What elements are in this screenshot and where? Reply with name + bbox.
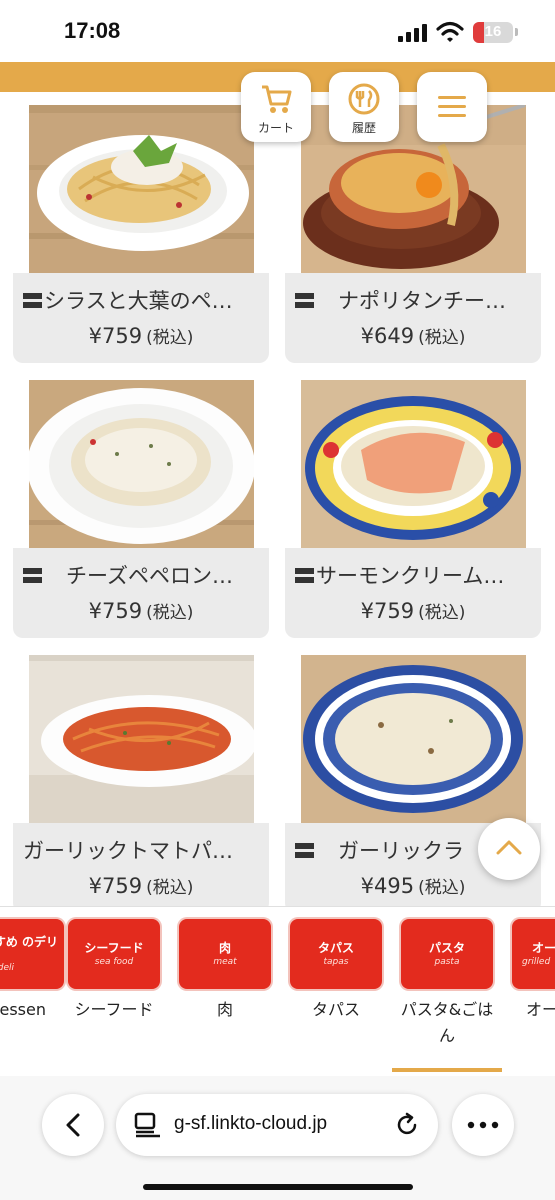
menu-card-info: ガーリックトマトパ… ¥759 (税込) (13, 823, 269, 913)
menu-card[interactable]: ガーリックラ ¥495 (税込) (285, 655, 541, 925)
tax-note: (税込) (146, 878, 194, 898)
food-photo (29, 105, 254, 273)
menu-icon (295, 293, 314, 308)
category-icon-text: パスタ (428, 941, 465, 955)
status-bar: 17:08 16 (0, 0, 555, 62)
category-icon-text: 肉 (218, 941, 231, 955)
category-pasta[interactable]: パスタ pasta パスタ&ごはん (397, 919, 497, 1069)
category-icon-subtext: deli (0, 963, 14, 973)
menu-button[interactable] (417, 72, 487, 142)
category-icon-subtext: pasta (434, 957, 460, 967)
category-meat[interactable]: 肉 meat 肉 (175, 919, 275, 1069)
page-menu-icon (134, 1112, 160, 1138)
category-icon: オー grilled (512, 919, 555, 989)
menu-card[interactable]: サーモンクリーム… ¥759 (税込) (285, 380, 541, 650)
category-deli[interactable]: すすめ のデリ deli atessen (0, 919, 68, 1069)
cellular-signal-icon (398, 24, 430, 42)
menu-item-name: シラスと大葉のペ… (44, 289, 233, 313)
menu-card-info: チーズペペロン… ¥759 (税込) (13, 548, 269, 638)
home-indicator (143, 1184, 413, 1190)
menu-item-name: ガーリックトマトパ… (23, 839, 233, 863)
menu-card[interactable]: シラスと大葉のペ… ¥759 (税込) (13, 105, 269, 375)
reload-icon[interactable] (394, 1112, 420, 1138)
menu-card-info: ナポリタンチー… ¥649 (税込) (285, 273, 541, 363)
menu-card-info: サーモンクリーム… ¥759 (税込) (285, 548, 541, 638)
category-icon-text: オー (532, 941, 555, 955)
category-icon: タパス tapas (290, 919, 382, 989)
cart-icon (262, 85, 292, 113)
battery-level: 16 (484, 23, 502, 40)
menu-item-price: ¥759 (88, 324, 143, 348)
menu-item-price: ¥495 (360, 874, 415, 898)
category-label: オー (526, 1000, 555, 1019)
food-photo (301, 655, 526, 823)
clock: 17:08 (64, 18, 121, 43)
ellipsis-icon (467, 1121, 499, 1129)
menu-item-price: ¥759 (360, 599, 415, 623)
tax-note: (税込) (146, 603, 194, 623)
menu-icon (23, 568, 42, 583)
url-text: g-sf.linkto-cloud.jp (174, 1113, 328, 1134)
wifi-icon (436, 21, 464, 42)
cart-button[interactable]: カート (241, 72, 311, 142)
menu-item-price: ¥759 (88, 599, 143, 623)
menu-item-price: ¥649 (360, 324, 415, 348)
menu-item-name: チーズペペロン… (66, 564, 233, 588)
category-icon-subtext: sea food (94, 957, 134, 967)
category-bar: すすめ のデリ deli atessen シーフード sea food シーフー… (0, 906, 555, 1076)
category-tapas[interactable]: タパス tapas タパス (286, 919, 386, 1069)
category-icon: シーフード sea food (68, 919, 160, 989)
menu-item-name: ガーリックラ (338, 839, 464, 863)
address-bar[interactable]: g-sf.linkto-cloud.jp (116, 1094, 438, 1156)
active-category-indicator (392, 1068, 502, 1072)
category-label: タパス (311, 1000, 360, 1019)
menu-card[interactable]: ガーリックトマトパ… ¥759 (税込) (13, 655, 269, 925)
menu-item-price: ¥759 (88, 874, 143, 898)
tax-note: (税込) (418, 603, 466, 623)
menu-icon (295, 843, 314, 858)
menu-item-name: サーモンクリーム… (316, 564, 505, 588)
category-seafood[interactable]: シーフード sea food シーフード (64, 919, 164, 1069)
hamburger-icon (438, 96, 466, 117)
category-icon-subtext: meat (213, 957, 237, 967)
category-icon: 肉 meat (179, 919, 271, 989)
cart-label: カート (257, 121, 294, 135)
menu-card-info: シラスと大葉のペ… ¥759 (税込) (13, 273, 269, 363)
food-photo (301, 380, 526, 548)
food-photo (29, 655, 254, 823)
tax-note: (税込) (418, 878, 466, 898)
category-icon: パスタ pasta (401, 919, 493, 989)
category-icon: すすめ のデリ deli (0, 919, 64, 989)
category-label: 肉 (216, 1000, 233, 1019)
menu-icon (295, 568, 314, 583)
battery-icon: 16 (473, 22, 513, 43)
category-icon-text: タパス (317, 941, 354, 955)
chevron-up-icon (496, 840, 522, 855)
category-icon-text: シーフード (84, 941, 144, 955)
category-label: パスタ&ごはん (400, 1000, 494, 1045)
category-icon-subtext: tapas (323, 957, 349, 967)
back-button[interactable] (42, 1094, 104, 1156)
menu-icon (23, 293, 42, 308)
screen: { "status_bar": { "time": "17:08", "batt… (0, 0, 555, 1200)
category-icon-subtext: grilled (522, 957, 551, 967)
tax-note: (税込) (146, 328, 194, 348)
more-options-button[interactable] (452, 1094, 514, 1156)
tax-note: (税込) (418, 328, 466, 348)
menu-item-name: ナポリタンチー… (338, 289, 506, 313)
history-label: 履歴 (351, 121, 376, 135)
menu-card[interactable]: チーズペペロン… ¥759 (税込) (13, 380, 269, 650)
menu-card[interactable]: ナポリタンチー… ¥649 (税込) (285, 105, 541, 375)
scroll-to-top-button[interactable] (478, 818, 540, 880)
chevron-left-icon (66, 1113, 80, 1137)
category-icon-text: すすめ のデリ (0, 935, 58, 949)
food-photo (29, 380, 254, 548)
browser-toolbar: g-sf.linkto-cloud.jp (0, 1076, 555, 1200)
category-grilled[interactable]: オー grilled オー (508, 919, 555, 1069)
dining-history-icon (348, 83, 380, 115)
history-button[interactable]: 履歴 (329, 72, 399, 142)
category-label: シーフード (74, 1000, 154, 1019)
